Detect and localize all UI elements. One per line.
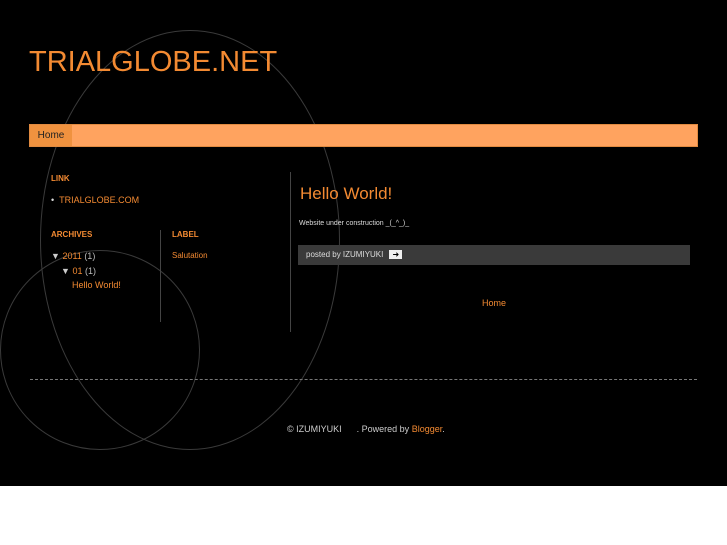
nav-bar: Home — [29, 124, 698, 147]
blogger-link[interactable]: Blogger — [412, 424, 443, 434]
post-body: Website under construction _(_^_)_ — [299, 220, 410, 227]
background-swirl-decoration — [40, 30, 340, 450]
powered-by-text: . Powered by — [356, 424, 412, 434]
archive-month-count: (1) — [84, 266, 96, 276]
archive-year-link[interactable]: 2011 — [62, 251, 81, 261]
link-trialglobe-com[interactable]: TRIALGLOBE.COM — [59, 195, 139, 205]
nav-home-tab[interactable]: Home — [30, 125, 72, 146]
copyright-text: © IZUMIYUKI — [287, 424, 342, 434]
bullet: • — [51, 195, 60, 205]
footer-separator — [30, 379, 697, 380]
triangle-down-icon[interactable]: ▼ — [61, 266, 70, 276]
posted-by: posted by IZUMIYUKI — [306, 250, 384, 259]
archive-year-count: (1) — [84, 251, 96, 261]
home-link[interactable]: Home — [482, 298, 506, 308]
main-divider — [290, 172, 291, 332]
label-salutation[interactable]: Salutation — [172, 251, 208, 260]
label-heading: LABEL — [172, 230, 199, 239]
archive-month-link[interactable]: 01 — [72, 266, 82, 276]
archive-post-link[interactable]: Hello World! — [72, 280, 121, 290]
period: . — [442, 424, 445, 434]
triangle-down-icon[interactable]: ▼ — [51, 251, 60, 261]
post-footer: posted by IZUMIYUKI ➜ — [298, 245, 690, 265]
page: TRIALGLOBE.NET Home LINK • TRIALGLOBE.CO… — [0, 0, 727, 486]
post-title[interactable]: Hello World! — [300, 184, 392, 204]
sidebar-divider — [160, 230, 161, 322]
archives-heading: ARCHIVES — [51, 230, 93, 239]
email-post-icon[interactable]: ➜ — [389, 250, 403, 260]
link-heading: LINK — [51, 174, 70, 183]
copyright: © IZUMIYUKI . Powered by Blogger. — [287, 424, 445, 434]
site-title[interactable]: TRIALGLOBE.NET — [29, 46, 277, 79]
